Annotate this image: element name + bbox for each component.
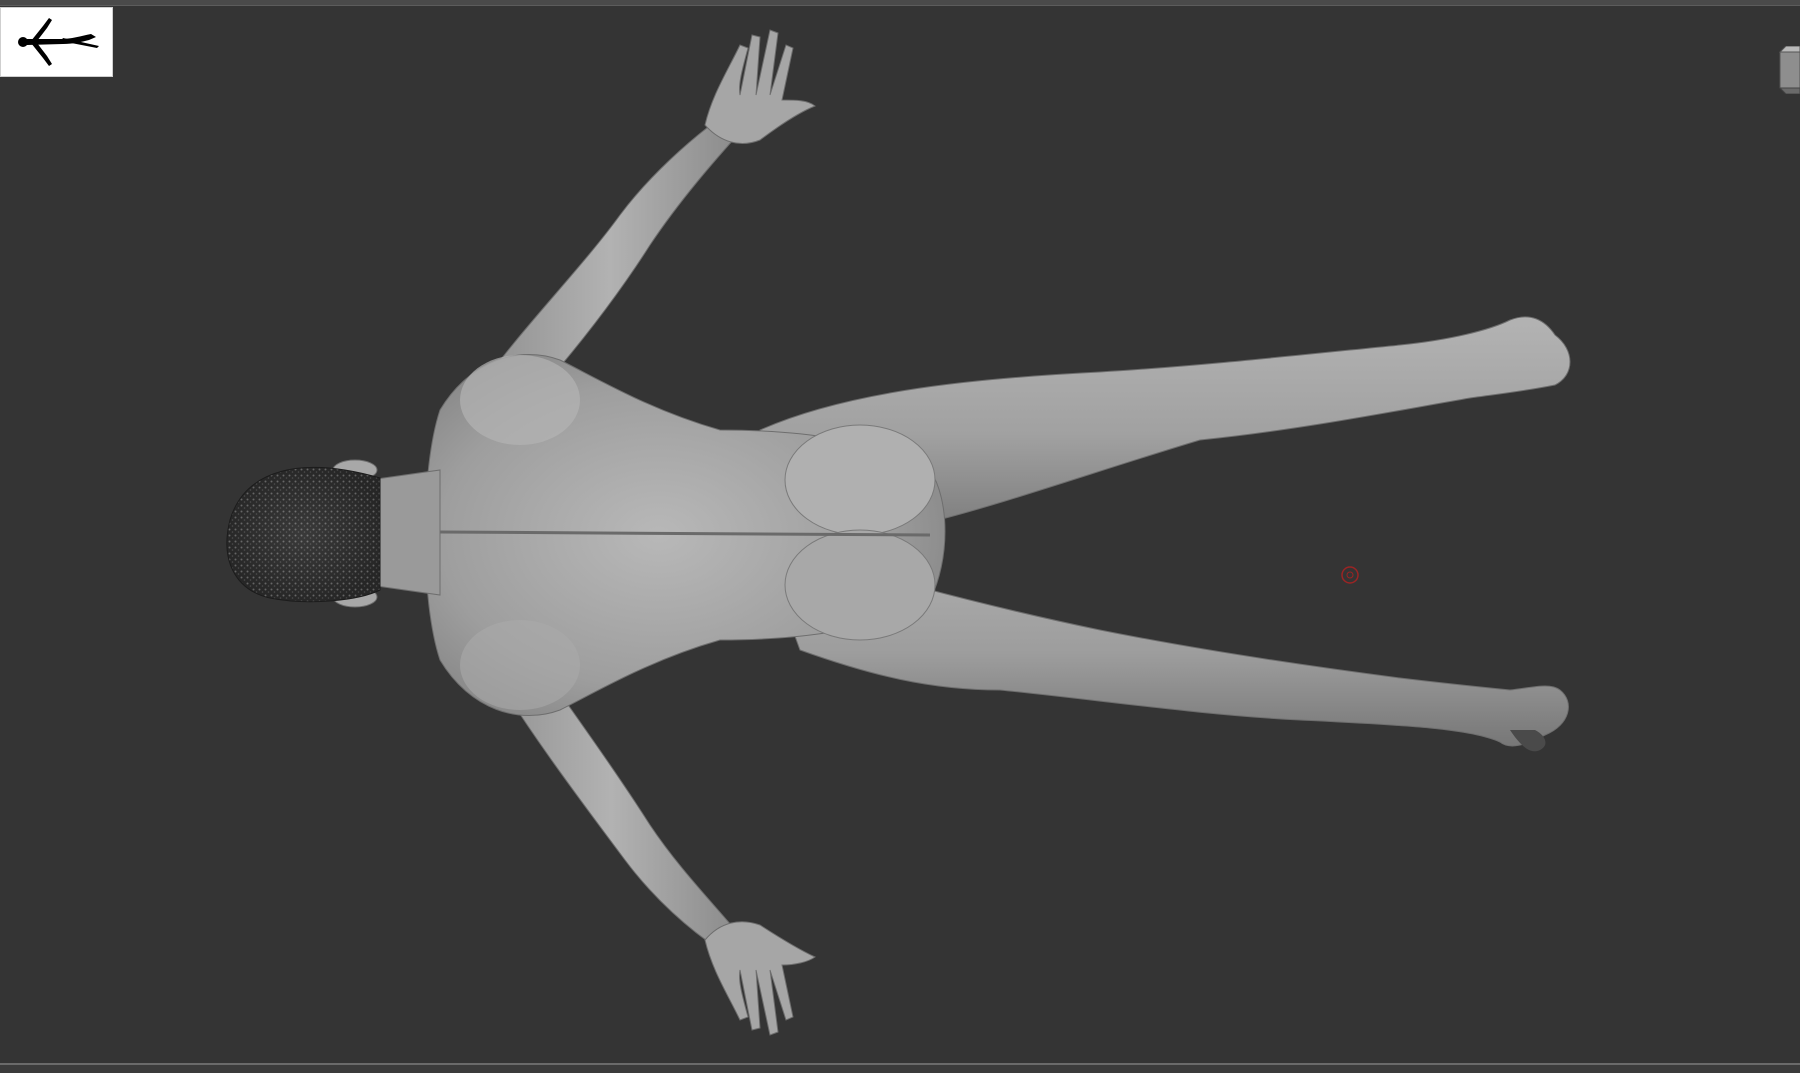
glute-upper [784, 424, 936, 536]
3d-viewport[interactable] [0, 0, 1800, 1073]
human-figure-icon [18, 18, 99, 66]
hand-lower [704, 921, 816, 1036]
arm-upper [477, 117, 743, 391]
pose-thumbnail[interactable] [0, 7, 113, 77]
nav-cube-icon [1778, 45, 1800, 95]
navigation-cube[interactable] [1776, 45, 1800, 95]
hand-upper [704, 29, 816, 144]
sculpt-model[interactable] [0, 0, 1800, 1073]
viewport-bottom-border [0, 1063, 1800, 1073]
brush-cursor [1340, 565, 1360, 585]
glute-lower [784, 529, 936, 641]
shoulder-upper [460, 355, 580, 445]
shoulder-lower [460, 620, 580, 710]
brush-cursor-icon [1341, 566, 1359, 584]
